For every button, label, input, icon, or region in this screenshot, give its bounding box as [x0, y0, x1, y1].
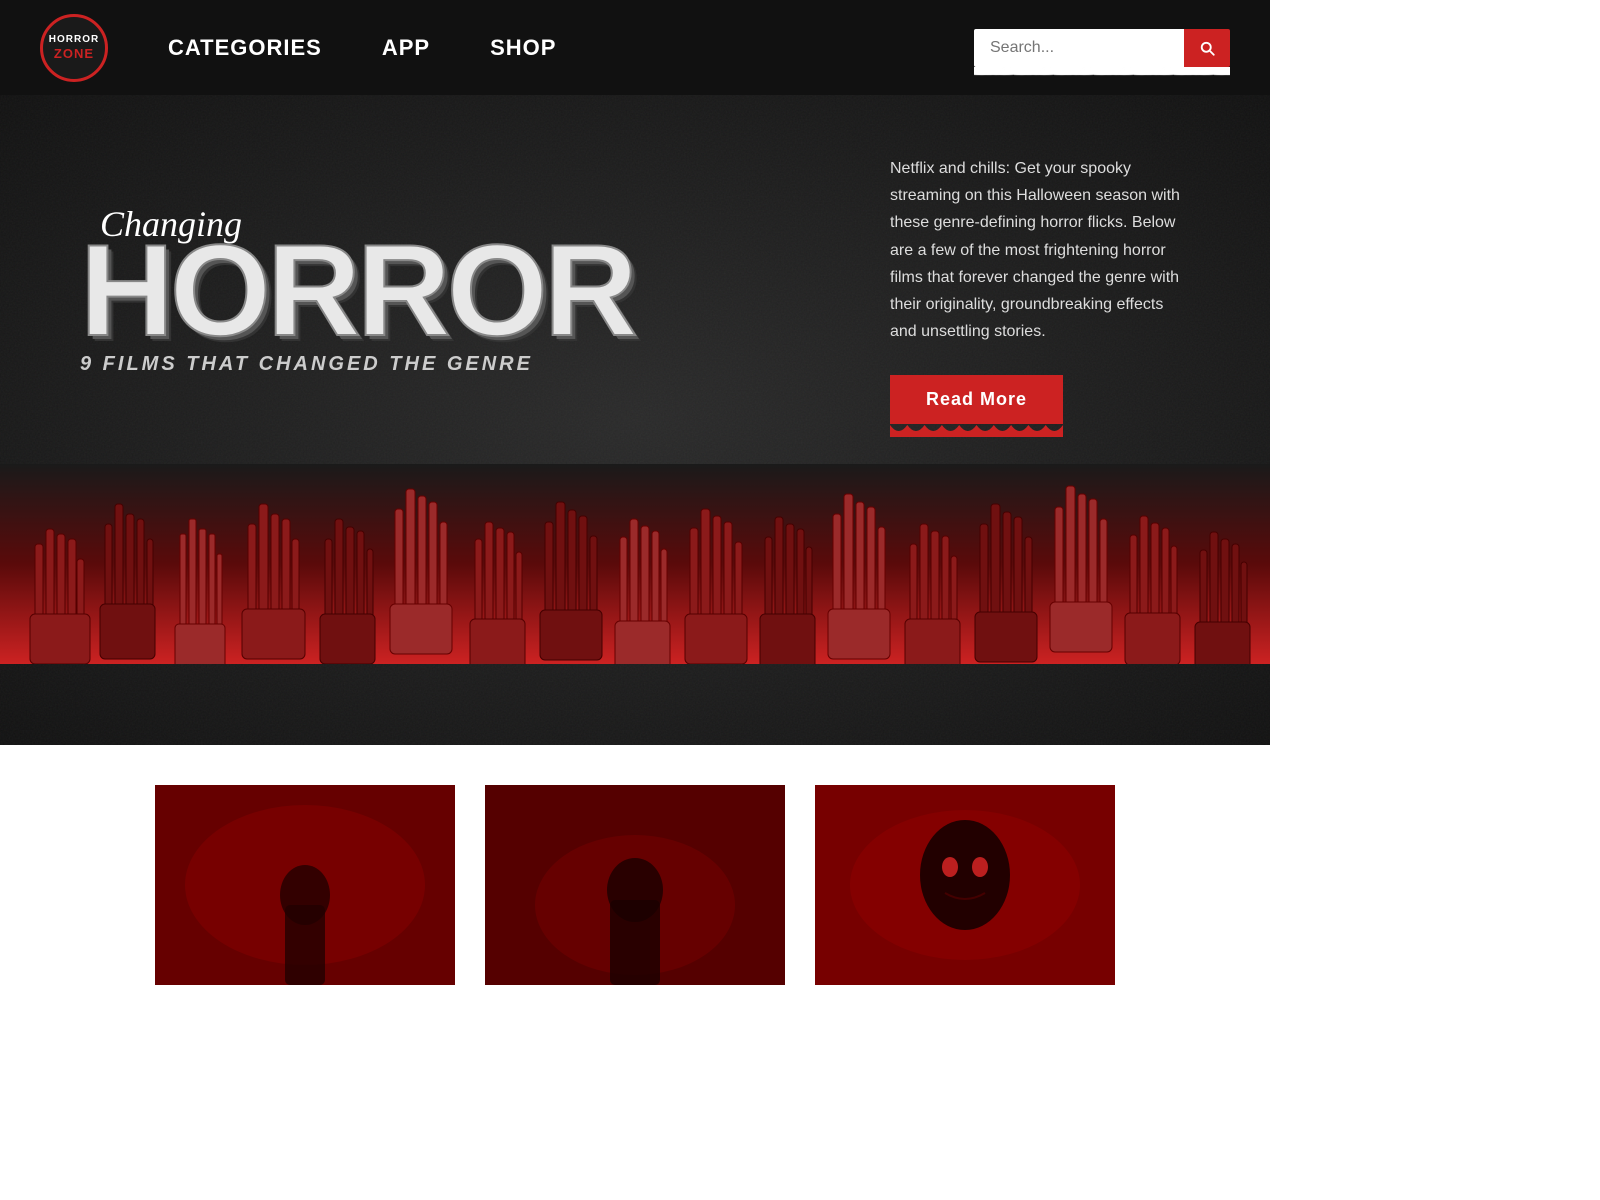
- card-figure-3: [815, 785, 1115, 985]
- hero-left: Changing HORROR 9 FILMS THAT CHANGED THE…: [80, 203, 680, 377]
- read-more-button[interactable]: Read More: [890, 375, 1063, 424]
- nav-link-categories[interactable]: CATEGORIES: [168, 35, 322, 61]
- nav-link-shop[interactable]: SHOP: [490, 35, 556, 61]
- hero-section: Changing HORROR 9 FILMS THAT CHANGED THE…: [0, 95, 1270, 745]
- hero-right: Netflix and chills: Get your spooky stre…: [850, 155, 1190, 424]
- logo-text-bottom: ZONE: [49, 46, 99, 61]
- hero-horror-title: HORROR: [80, 235, 680, 346]
- hands-illustration: [0, 464, 1270, 664]
- card-figure-1: [155, 785, 455, 985]
- cards-section: [0, 745, 1270, 1025]
- logo-wrap[interactable]: HORROR ZONE: [40, 14, 108, 82]
- logo-text-top: HORROR: [49, 34, 99, 46]
- nav-links: CATEGORIES APP SHOP: [168, 35, 974, 61]
- card-image-2: [485, 785, 785, 985]
- card-image-3: [815, 785, 1115, 985]
- hero-description: Netflix and chills: Get your spooky stre…: [890, 155, 1190, 345]
- logo-circle: HORROR ZONE: [40, 14, 108, 82]
- search-wrap: [974, 29, 1230, 67]
- hero-content: Changing HORROR 9 FILMS THAT CHANGED THE…: [0, 95, 1270, 464]
- card-3: [815, 785, 1115, 985]
- hands-svg: [0, 464, 1270, 664]
- card-1: [155, 785, 455, 985]
- search-input[interactable]: [974, 29, 1184, 67]
- card-figure-2: [485, 785, 785, 985]
- card-2: [485, 785, 785, 985]
- nav-link-app[interactable]: APP: [382, 35, 430, 61]
- search-icon: [1198, 39, 1216, 57]
- search-button[interactable]: [1184, 29, 1230, 67]
- navbar: HORROR ZONE CATEGORIES APP SHOP: [0, 0, 1270, 95]
- card-image-1: [155, 785, 455, 985]
